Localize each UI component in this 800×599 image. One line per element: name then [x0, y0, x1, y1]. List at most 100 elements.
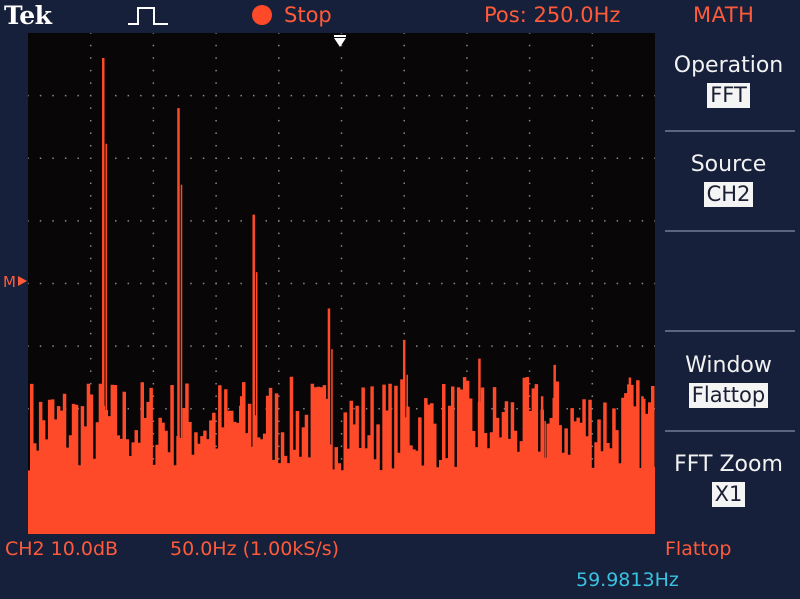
graticule-dot	[215, 107, 217, 109]
graticule-dot	[278, 94, 280, 97]
graticule-dot	[491, 94, 493, 97]
graticule-dot	[403, 282, 405, 285]
graticule-dot	[604, 94, 606, 97]
window-type-readout: Flattop	[665, 538, 732, 560]
fft-zoom-value[interactable]: X1	[711, 482, 746, 507]
graticule-dot	[616, 345, 619, 347]
graticule-dot	[403, 195, 405, 197]
graticule-dot	[340, 132, 343, 134]
graticule-dot	[227, 345, 230, 347]
position-readout: Pos: 250.0Hz	[484, 3, 621, 27]
graticule-dot	[89, 282, 92, 285]
graticule-dot	[215, 44, 217, 47]
graticule-dot	[89, 33, 92, 34]
graticule-dot	[591, 357, 594, 360]
graticule-dot	[340, 382, 343, 385]
graticule-dot	[403, 107, 405, 109]
graticule-dot	[541, 282, 543, 285]
graticule-dot	[566, 157, 568, 159]
graticule-dot	[390, 94, 393, 97]
graticule-dot	[541, 220, 543, 222]
graticule-dot	[441, 282, 443, 285]
channel-scale-readout: CH2 10.0dB	[5, 538, 119, 560]
graticule-dot	[466, 220, 468, 222]
operation-value[interactable]: FFT	[707, 83, 750, 108]
window-menu-item[interactable]: Window Flattop	[657, 353, 800, 408]
graticule-dot	[591, 245, 594, 247]
graticule-dot	[227, 408, 230, 410]
graticule-dot	[591, 320, 594, 322]
graticule-dot	[340, 170, 343, 172]
graticule-dot	[415, 345, 418, 347]
graticule-dot	[278, 107, 280, 109]
graticule-dot	[278, 132, 280, 134]
graticule-dot	[491, 282, 493, 285]
graticule-dot	[591, 382, 594, 385]
graticule-dot	[466, 245, 468, 247]
graticule-dot	[52, 282, 54, 285]
graticule-dot	[591, 282, 594, 285]
graticule-dot	[165, 94, 167, 97]
graticule-dot	[516, 157, 518, 159]
graticule-dot	[202, 94, 205, 97]
graticule-dot	[591, 207, 594, 210]
graticule-dot	[478, 157, 481, 159]
source-value[interactable]: CH2	[703, 182, 754, 207]
graticule-dot	[152, 257, 155, 260]
window-value[interactable]: Flattop	[688, 383, 769, 408]
operation-menu-item[interactable]: Operation FFT	[657, 53, 800, 108]
graticule-dot	[591, 94, 594, 97]
graticule-dot	[453, 345, 456, 347]
graticule-dot	[152, 220, 155, 222]
graticule-dot	[227, 282, 230, 285]
source-menu-item[interactable]: Source CH2	[657, 152, 800, 207]
graticule-dot	[403, 157, 405, 159]
graticule-dot	[215, 182, 217, 185]
graticule-dot	[654, 94, 655, 97]
graticule-dot	[190, 408, 192, 410]
graticule-dot	[629, 157, 631, 159]
graticule-dot	[466, 33, 468, 34]
graticule-dot	[591, 220, 594, 222]
graticule-dot	[415, 157, 418, 159]
graticule-dot	[441, 94, 443, 97]
graticule-dot	[64, 220, 67, 222]
fft-zoom-menu-item[interactable]: FFT Zoom X1	[657, 452, 800, 507]
graticule-dot	[503, 94, 506, 97]
graticule-dot	[252, 94, 255, 97]
graticule-dot	[641, 282, 644, 285]
graticule-dot	[340, 119, 343, 122]
graticule-dot	[89, 345, 92, 347]
graticule-dot	[89, 82, 92, 84]
graticule-dot	[478, 282, 481, 285]
graticule-dot	[403, 207, 405, 210]
graticule-dot	[215, 144, 217, 147]
svg-text:M: M	[3, 273, 16, 290]
graticule-dot	[328, 220, 330, 222]
graticule-dot	[591, 132, 594, 134]
graticule-dot	[340, 107, 343, 109]
graticule-dot	[591, 44, 594, 47]
graticule-dot	[278, 33, 280, 34]
graticule-dot	[39, 220, 42, 222]
graticule-dot	[215, 207, 217, 210]
graticule-dot	[616, 408, 619, 410]
graticule-dot	[215, 332, 217, 335]
run-state-label: Stop	[284, 3, 332, 27]
graticule-dot	[516, 220, 518, 222]
graticule-dot	[478, 220, 481, 222]
graticule-dot	[466, 257, 468, 260]
graticule-dot	[353, 157, 355, 159]
graticule-dot	[140, 282, 142, 285]
operation-label: Operation	[673, 53, 784, 78]
graticule-dot	[340, 33, 343, 34]
graticule-dot	[378, 220, 380, 222]
graticule-dot	[278, 157, 280, 159]
graticule-dot	[303, 157, 305, 159]
graticule-dot	[278, 307, 280, 310]
graticule-dot	[591, 257, 594, 260]
graticule-dot	[415, 408, 418, 410]
graticule-dot	[528, 170, 531, 172]
graticule-dot	[403, 57, 405, 59]
graticule-dot	[152, 370, 155, 372]
